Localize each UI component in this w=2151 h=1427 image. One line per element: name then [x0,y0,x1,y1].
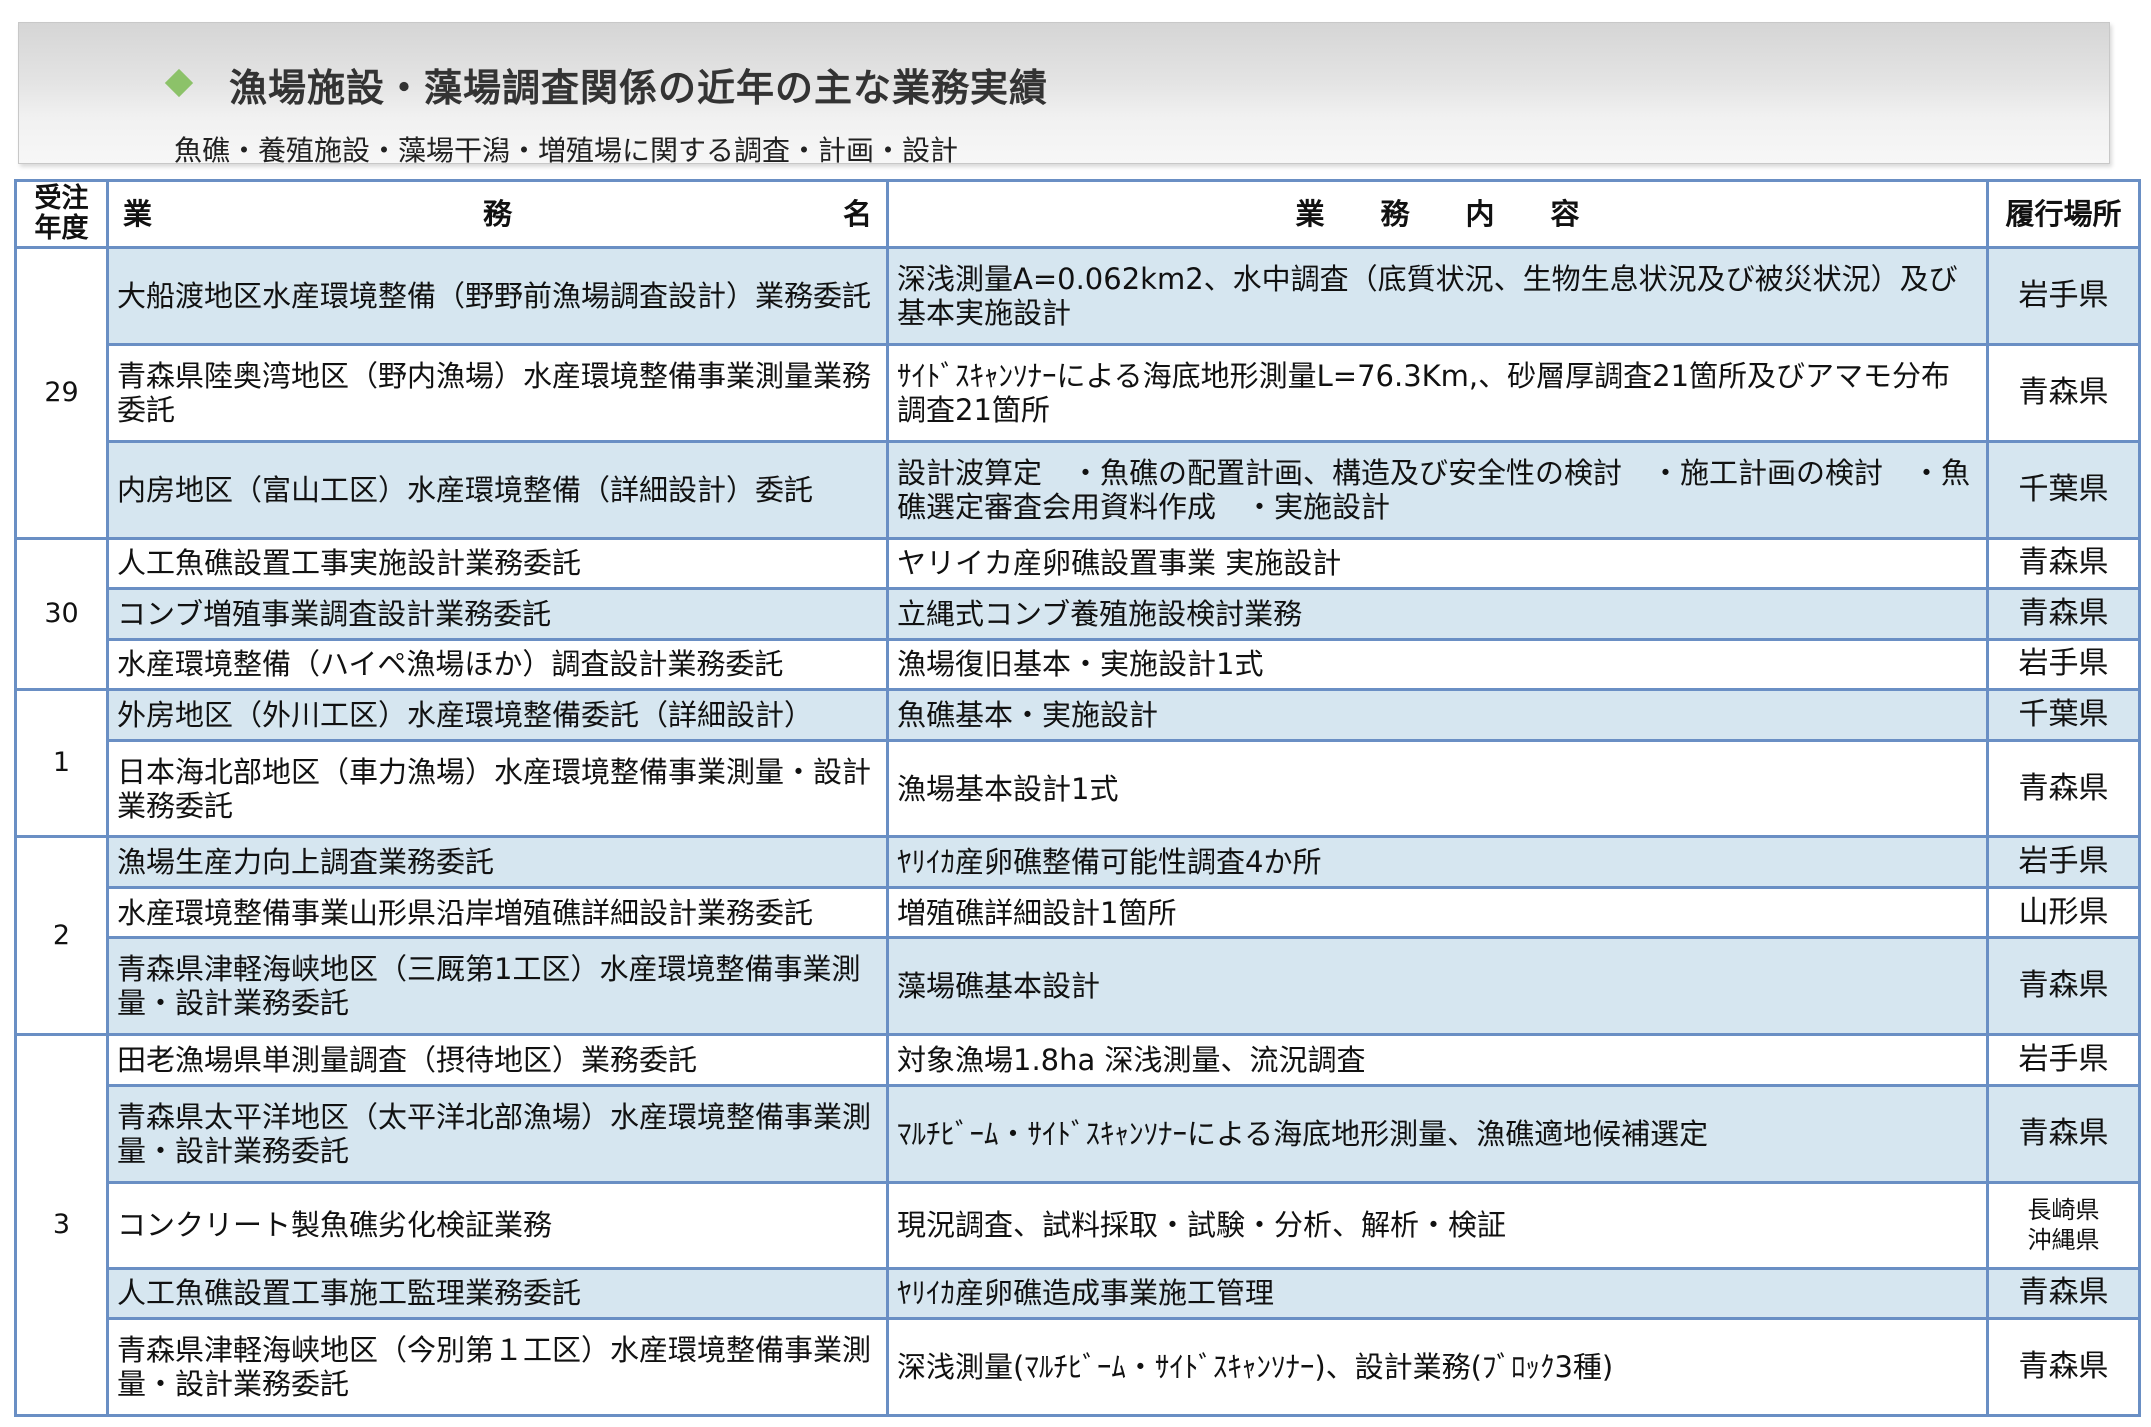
section-header: 漁場施設・藻場調査関係の近年の主な業務実績 魚礁・養殖施設・藻場干潟・増殖場に関… [18,22,2110,167]
header-name-part: 務 [482,197,512,231]
table-row: コンクリート製魚礁劣化検証業務 現況調査、試料採取・試験・分析、解析・検証 長崎… [16,1180,2141,1270]
year-cell: 2 [14,835,109,1037]
section-subtitle: 魚礁・養殖施設・藻場干潟・増殖場に関する調査・計画・設計 [174,134,959,167]
header-content-part: 務 [1380,197,1410,231]
year-cell: 1 [14,688,109,839]
table-row: 29 大船渡地区水産環境整備（野野前漁場調査設計）業務委託 深浅測量A=0.06… [14,246,2141,540]
work-content: 設計波算定 ・魚礁の配置計画、構造及び安全性の検討 ・施工計画の検討 ・魚礁選定… [886,439,1989,540]
work-content: 立縄式コンブ養殖施設検討業務 [886,587,1989,641]
work-name: 田老漁場県単測量調査（摂待地区）業務委託 [106,1033,889,1087]
work-place: 青森県 [1986,587,2141,641]
header-year-line2: 年度 [34,213,89,244]
work-content: ﾔﾘｲｶ産卵礁造成事業施工管理 [886,1266,1989,1321]
table-row: 3 田老漁場県単測量調査（摂待地区）業務委託 対象漁場1.8ha 深浅測量、流況… [14,1033,2141,1417]
table-row: 1 外房地区（外川工区）水産環境整備委託（詳細設計） 魚礁基本・実施設計 千葉県 [14,688,2141,839]
work-name: 日本海北部地区（車力漁場）水産環境整備事業測量・設計業務委託 [106,738,889,839]
table-row: 青森県津軽海峡地区（今別第１工区）水産環境整備事業測量・設計業務委託 深浅測量(… [16,1317,2141,1417]
work-name: 青森県太平洋地区（太平洋北部漁場）水産環境整備事業測量・設計業務委託 [106,1083,889,1184]
work-place: 千葉県 [1986,439,2141,540]
table-row: コンブ増殖事業調査設計業務委託 立縄式コンブ養殖施設検討業務 青森県 [16,587,2141,641]
work-place: 青森県 [1986,342,2141,443]
header-year-line1: 受注 [34,183,89,214]
table-row: 内房地区（富山工区）水産環境整備（詳細設計）委託 設計波算定 ・魚礁の配置計画、… [16,439,2141,540]
table-row: 日本海北部地区（車力漁場）水産環境整備事業測量・設計業務委託 漁場基本設計1式 … [16,738,2141,839]
work-place-line2: 沖縄県 [2027,1226,2100,1255]
work-content: 増殖礁詳細設計1箇所 [886,885,1989,940]
work-place: 山形県 [1986,885,2141,940]
work-content: 魚礁基本・実施設計 [886,688,1989,742]
header-year: 受注 年度 [14,179,109,249]
work-name: 青森県陸奥湾地区（野内漁場）水産環境整備事業測量業務委託 [106,342,889,443]
diamond-bullet-icon [164,68,194,98]
table-row: 水産環境整備事業山形県沿岸増殖礁詳細設計業務委託 増殖礁詳細設計1箇所 山形県 [16,885,2141,940]
work-name: 青森県津軽海峡地区（今別第１工区）水産環境整備事業測量・設計業務委託 [106,1317,889,1417]
header-content-part: 業 [1295,197,1325,231]
work-name: 外房地区（外川工区）水産環境整備委託（詳細設計） [106,688,889,742]
header-content-part: 容 [1550,197,1580,231]
work-place: 岩手県 [1986,835,2141,889]
work-content: 現況調査、試料採取・試験・分析、解析・検証 [886,1180,1989,1270]
work-name: コンブ増殖事業調査設計業務委託 [106,587,889,641]
work-name: 人工魚礁設置工事実施設計業務委託 [106,536,889,591]
work-place: 青森県 [1986,1266,2141,1321]
header-place: 履行場所 [1986,179,2141,249]
header-name: 業 務 名 [106,179,889,249]
header-name-part: 業 [123,197,153,231]
work-place: 千葉県 [1986,688,2141,742]
work-place: 長崎県 沖縄県 [1986,1180,2141,1270]
work-name: コンクリート製魚礁劣化検証業務 [106,1180,889,1270]
year-cell: 29 [14,246,109,540]
achievements-table: 受注 年度 業 務 名 業 務 内 容 履行場所 29 大船渡地区水産環境整備（… [14,179,2141,1417]
work-content: 漁場復旧基本・実施設計1式 [886,637,1989,692]
header-content-part: 内 [1465,197,1495,231]
work-content: 対象漁場1.8ha 深浅測量、流況調査 [886,1033,1989,1087]
work-place: 岩手県 [1986,246,2141,346]
work-name: 人工魚礁設置工事施工監理業務委託 [106,1266,889,1321]
work-name: 大船渡地区水産環境整備（野野前漁場調査設計）業務委託 [106,246,889,346]
table-header-row: 受注 年度 業 務 名 業 務 内 容 履行場所 [14,179,2141,249]
work-name: 青森県津軽海峡地区（三厩第1工区）水産環境整備事業測量・設計業務委託 [106,936,889,1037]
work-content: ﾏﾙﾁﾋﾞｰﾑ・ｻｲﾄﾞｽｷｬﾝｿﾅｰによる海底地形測量、漁礁適地候補選定 [886,1083,1989,1184]
table-row: 人工魚礁設置工事施工監理業務委託 ﾔﾘｲｶ産卵礁造成事業施工管理 青森県 [16,1266,2141,1321]
work-content: ﾔﾘｲｶ産卵礁整備可能性調査4か所 [886,835,1989,889]
work-name: 漁場生産力向上調査業務委託 [106,835,889,889]
table-row: 水産環境整備（ハイペ漁場ほか）調査設計業務委託 漁場復旧基本・実施設計1式 岩手… [16,637,2141,692]
table-row: 青森県津軽海峡地区（三厩第1工区）水産環境整備事業測量・設計業務委託 藻場礁基本… [16,936,2141,1037]
work-place: 青森県 [1986,936,2141,1037]
work-content: 深浅測量A=0.062km2、水中調査（底質状況、生物生息状況及び被災状況）及び… [886,246,1989,346]
table-row: 2 漁場生産力向上調査業務委託 ﾔﾘｲｶ産卵礁整備可能性調査4か所 岩手県 [14,835,2141,1037]
work-place: 岩手県 [1986,1033,2141,1087]
header-name-part: 名 [842,197,872,231]
work-content: ｻｲﾄﾞｽｷｬﾝｿﾅｰによる海底地形測量L=76.3Km,、砂層厚調査21箇所及… [886,342,1989,443]
work-name: 内房地区（富山工区）水産環境整備（詳細設計）委託 [106,439,889,540]
work-place: 青森県 [1986,536,2141,591]
year-cell: 3 [14,1033,109,1417]
work-content: ヤリイカ産卵礁設置事業 実施設計 [886,536,1989,591]
year-cell: 30 [14,536,109,692]
work-place: 岩手県 [1986,637,2141,692]
work-name: 水産環境整備事業山形県沿岸増殖礁詳細設計業務委託 [106,885,889,940]
work-content: 漁場基本設計1式 [886,738,1989,839]
work-content: 深浅測量(ﾏﾙﾁﾋﾞｰﾑ・ｻｲﾄﾞｽｷｬﾝｿﾅｰ)、設計業務(ﾌﾞﾛｯｸ3種) [886,1317,1989,1417]
header-content: 業 務 内 容 [886,179,1989,249]
work-place: 青森県 [1986,1317,2141,1417]
work-place: 青森県 [1986,1083,2141,1184]
section-title: 漁場施設・藻場調査関係の近年の主な業務実績 [229,66,1049,110]
work-place: 青森県 [1986,738,2141,839]
work-name: 水産環境整備（ハイペ漁場ほか）調査設計業務委託 [106,637,889,692]
table-row: 青森県陸奥湾地区（野内漁場）水産環境整備事業測量業務委託 ｻｲﾄﾞｽｷｬﾝｿﾅｰ… [16,342,2141,443]
table-row: 青森県太平洋地区（太平洋北部漁場）水産環境整備事業測量・設計業務委託 ﾏﾙﾁﾋﾞ… [16,1083,2141,1184]
work-content: 藻場礁基本設計 [886,936,1989,1037]
table-row: 30 人工魚礁設置工事実施設計業務委託 ヤリイカ産卵礁設置事業 実施設計 青森県 [14,536,2141,692]
work-place-line1: 長崎県 [2027,1196,2100,1225]
